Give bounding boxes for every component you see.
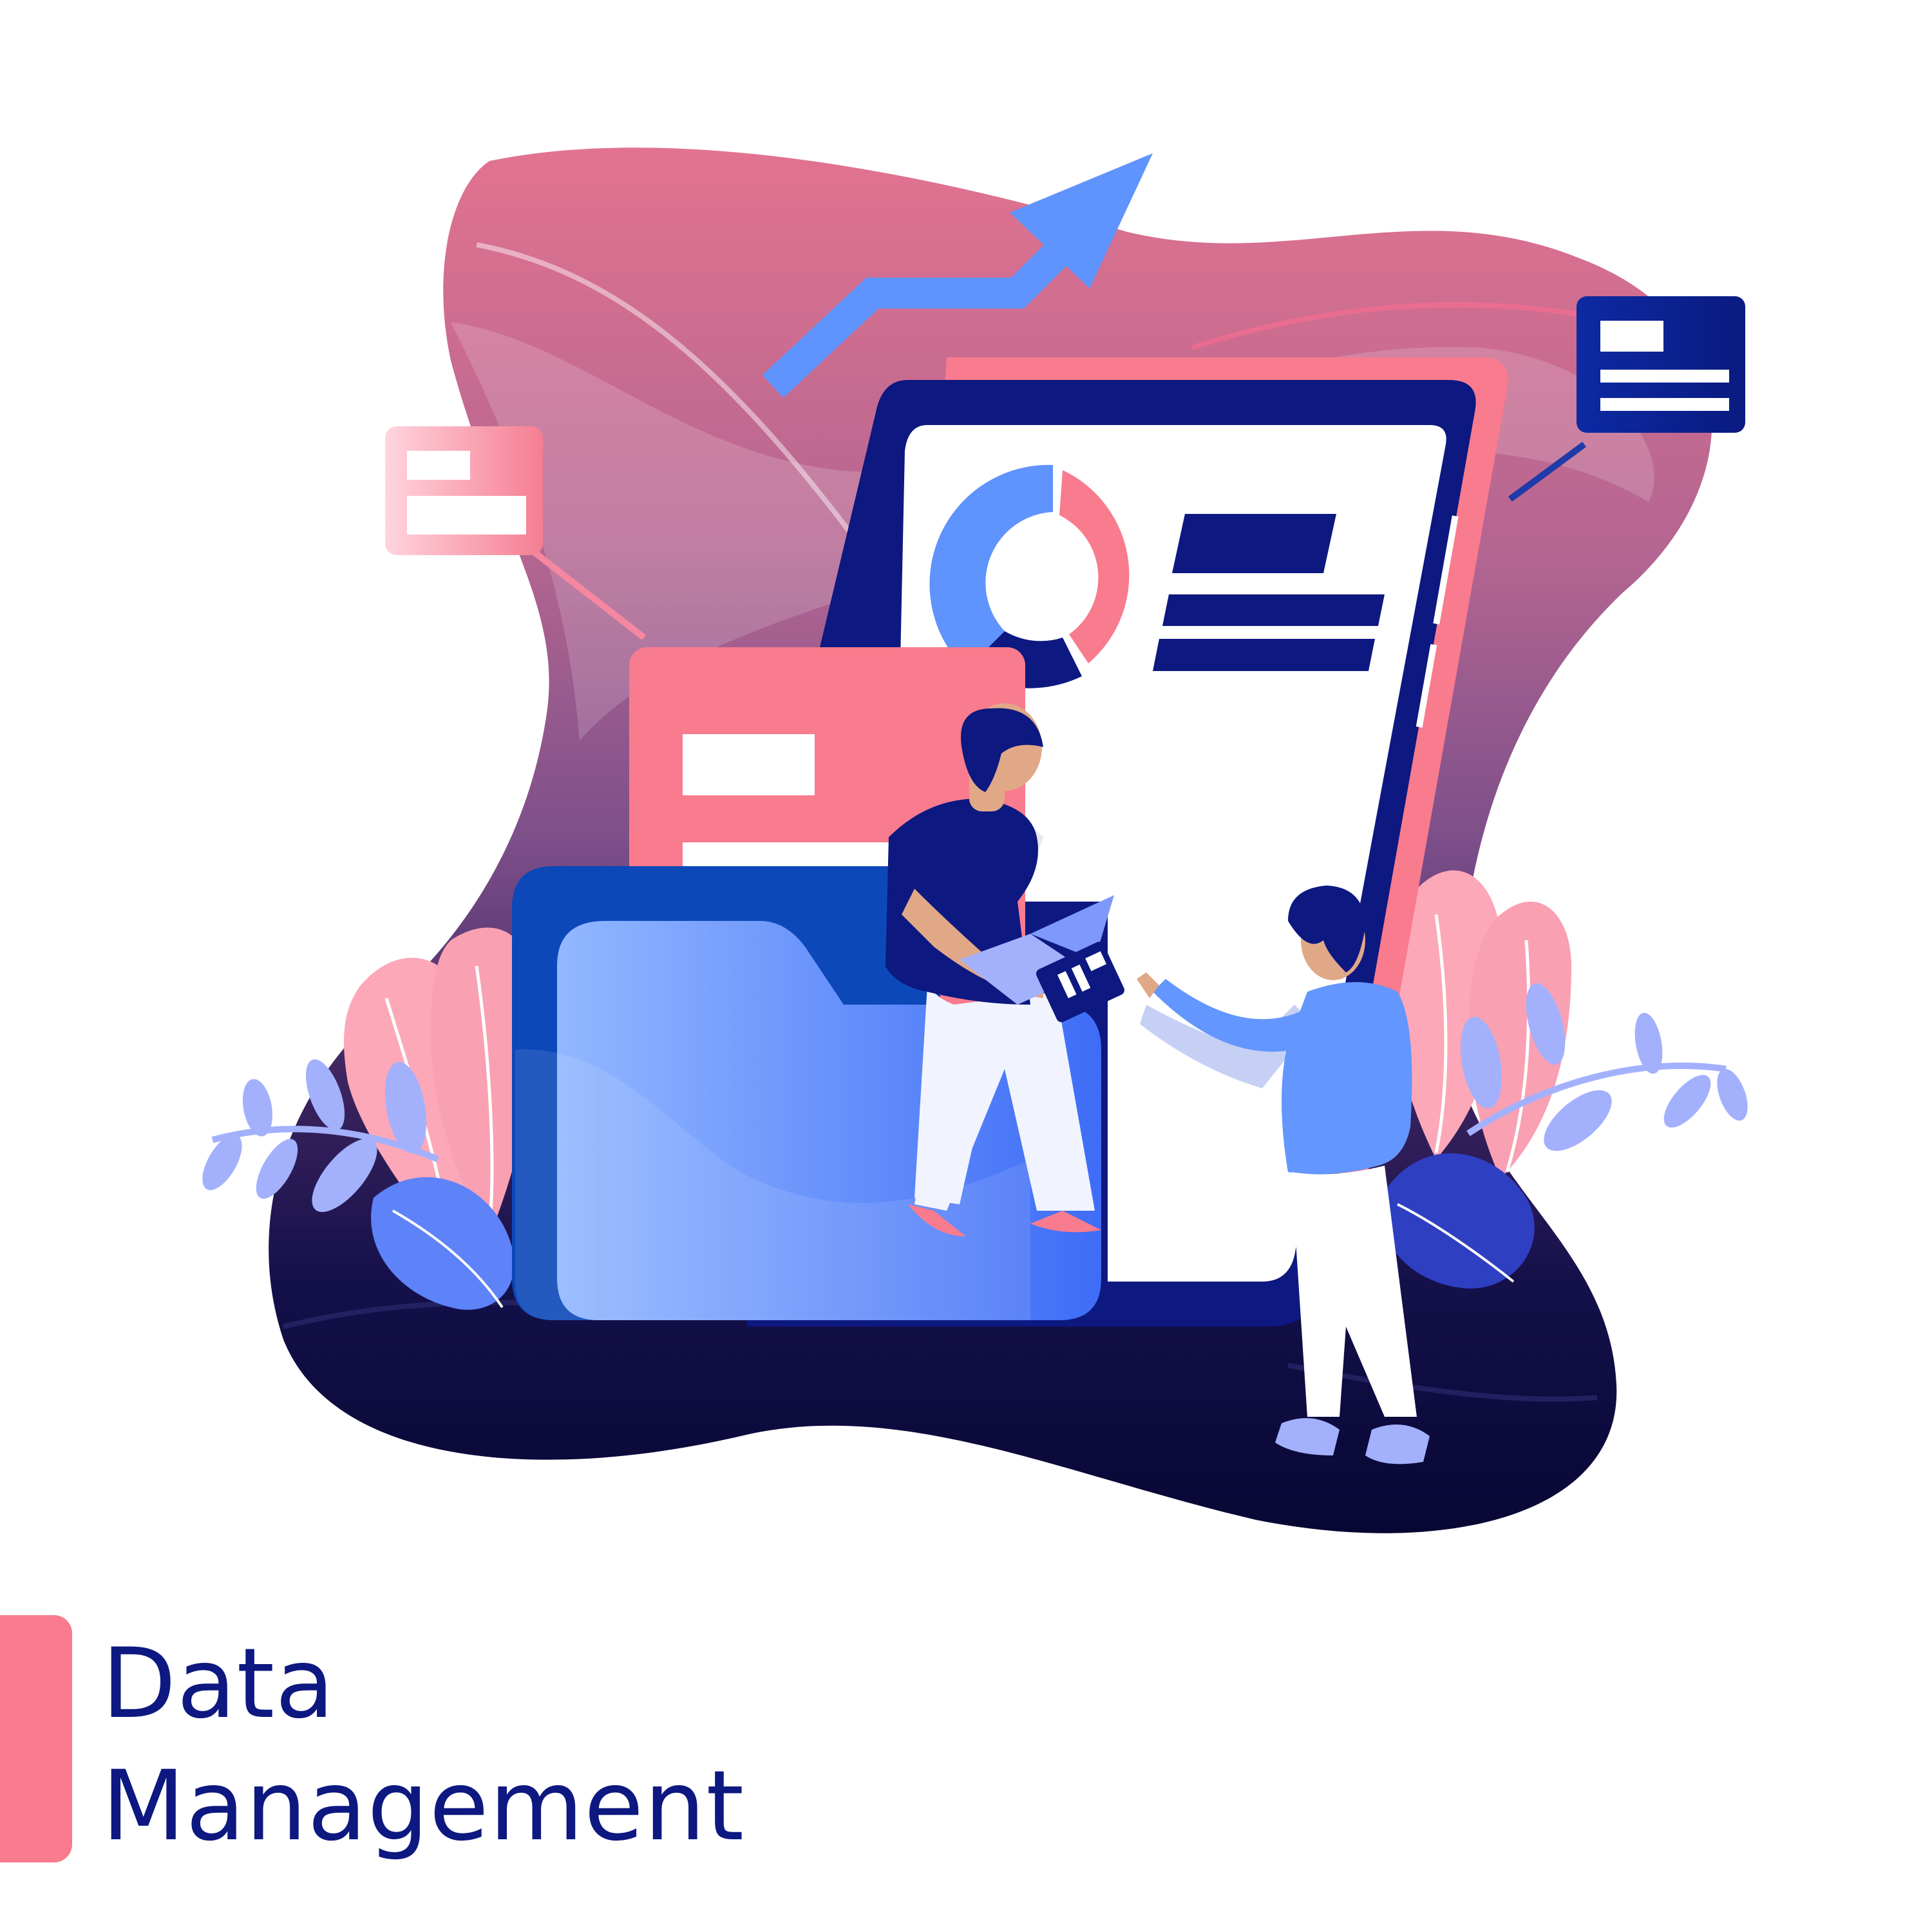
data-management-illustration: Data Management (0, 0, 1932, 1932)
title-accent-bar (0, 1615, 72, 1862)
title-line-2: Management (102, 1750, 745, 1862)
page-title: Data Management (102, 1623, 1003, 1868)
title-line-1: Data (102, 1628, 336, 1740)
